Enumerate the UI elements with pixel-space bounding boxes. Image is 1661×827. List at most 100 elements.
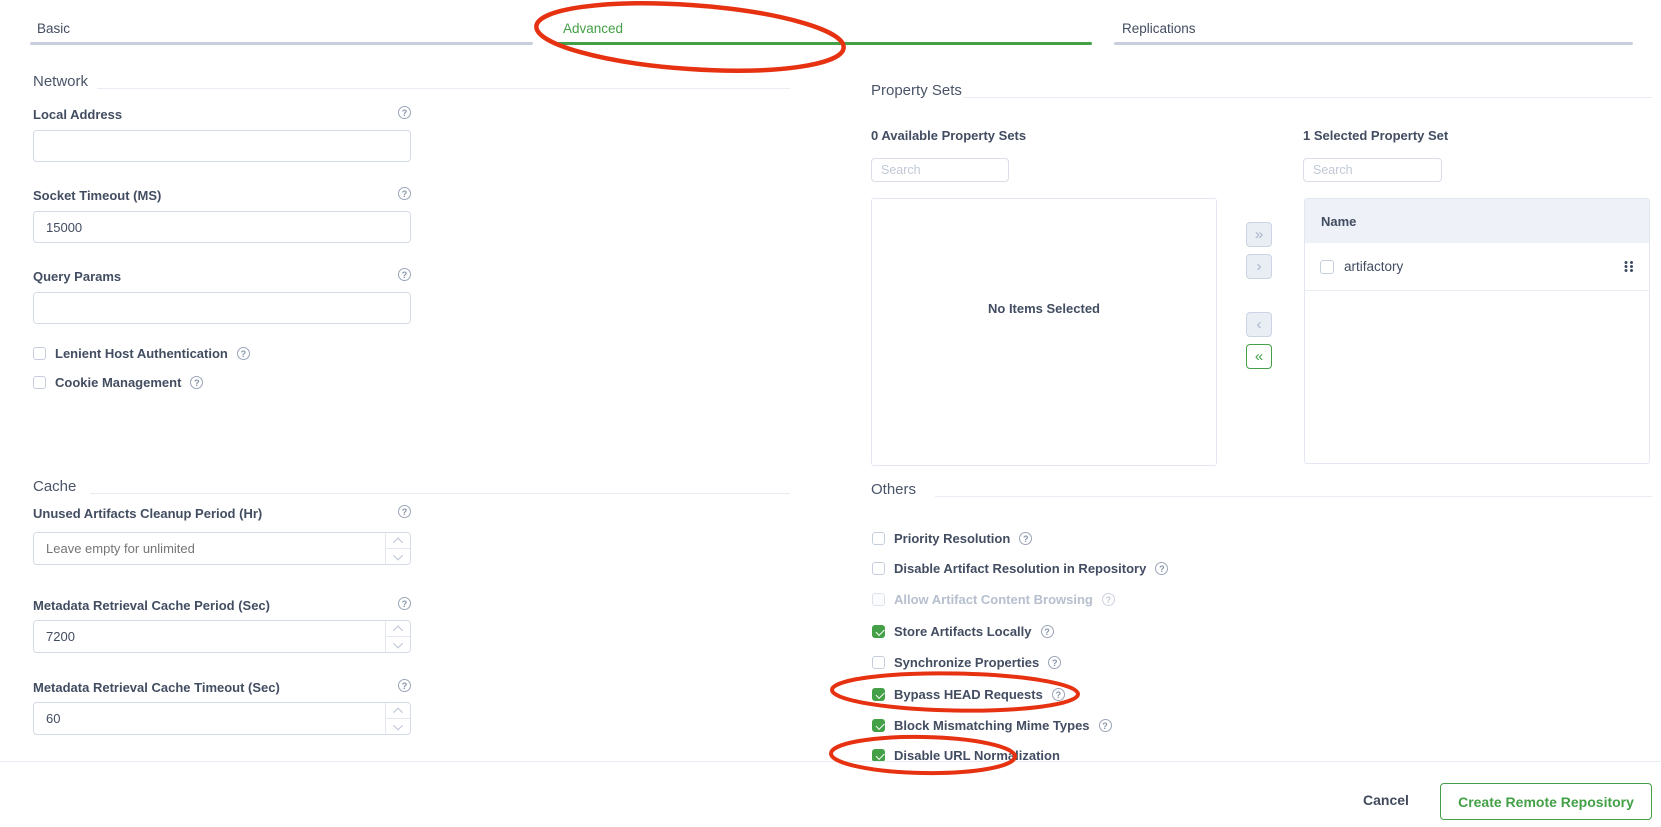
synchronize-properties-label: Synchronize Properties — [894, 655, 1039, 670]
property-set-name: artifactory — [1344, 259, 1612, 274]
lenient-host-auth-checkbox[interactable] — [33, 347, 46, 360]
cookie-management-label: Cookie Management — [55, 375, 181, 390]
query-params-input[interactable] — [33, 292, 411, 324]
block-mismatching-mime-help-icon[interactable]: ? — [1099, 719, 1112, 732]
cookie-management-checkbox[interactable] — [33, 376, 46, 389]
double-chevron-right-icon: » — [1255, 227, 1263, 242]
socket-timeout-input[interactable] — [33, 211, 411, 243]
spinner-down-icon[interactable] — [386, 636, 410, 652]
cookie-management-row: Cookie Management ? — [33, 375, 203, 390]
synchronize-properties-help-icon[interactable]: ? — [1048, 656, 1061, 669]
selected-property-sets-table: Name artifactory — [1304, 198, 1650, 464]
tab-replications[interactable]: Replications — [1114, 0, 1633, 46]
others-section-title: Others — [871, 481, 916, 498]
create-remote-repository-button-label: Create Remote Repository — [1458, 794, 1634, 810]
tab-advanced[interactable]: Advanced — [555, 0, 1092, 46]
priority-resolution-label: Priority Resolution — [894, 531, 1010, 546]
footer-divider — [0, 761, 1661, 762]
network-divider — [97, 88, 790, 89]
block-mismatching-mime-label: Block Mismatching Mime Types — [894, 718, 1090, 733]
disable-artifact-resolution-checkbox[interactable] — [872, 562, 885, 575]
priority-resolution-help-icon[interactable]: ? — [1019, 532, 1032, 545]
cache-divider — [90, 493, 790, 494]
local-address-input[interactable] — [33, 130, 411, 162]
bypass-head-requests-checkbox[interactable] — [872, 688, 885, 701]
tab-advanced-underline — [555, 42, 1092, 45]
cookie-management-help-icon[interactable]: ? — [190, 376, 203, 389]
tab-replications-label: Replications — [1122, 21, 1196, 36]
allow-content-browsing-label: Allow Artifact Content Browsing — [894, 592, 1093, 607]
create-remote-repository-button[interactable]: Create Remote Repository — [1440, 783, 1652, 820]
cleanup-period-input[interactable] — [34, 533, 384, 564]
selected-property-sets-title: 1 Selected Property Set — [1303, 128, 1448, 143]
move-left-button[interactable]: ‹ — [1246, 312, 1272, 337]
empty-list-text: No Items Selected — [872, 301, 1216, 316]
spinner-up-icon[interactable] — [386, 621, 410, 636]
spinner-up-icon[interactable] — [386, 533, 410, 548]
tab-replications-underline — [1114, 42, 1633, 45]
table-row[interactable]: artifactory — [1305, 243, 1649, 291]
cancel-button[interactable]: Cancel — [1363, 792, 1409, 808]
cleanup-period-label: Unused Artifacts Cleanup Period (Hr) — [33, 506, 262, 521]
synchronize-properties-row: Synchronize Properties ? — [872, 655, 1061, 670]
table-header-name: Name — [1305, 199, 1649, 243]
selected-search-input[interactable] — [1303, 158, 1442, 182]
tab-basic[interactable]: Basic — [30, 0, 533, 46]
disable-artifact-resolution-label: Disable Artifact Resolution in Repositor… — [894, 561, 1146, 576]
move-right-button[interactable]: › — [1246, 254, 1272, 279]
store-artifacts-locally-label: Store Artifacts Locally — [894, 624, 1032, 639]
lenient-host-auth-row: Lenient Host Authentication ? — [33, 346, 250, 361]
cleanup-period-help-icon[interactable]: ? — [398, 505, 411, 518]
allow-content-browsing-checkbox — [872, 593, 885, 606]
bypass-head-requests-label: Bypass HEAD Requests — [894, 687, 1043, 702]
query-params-label: Query Params — [33, 269, 121, 284]
metadata-timeout-help-icon[interactable]: ? — [398, 679, 411, 692]
metadata-timeout-spinner — [385, 703, 410, 734]
metadata-timeout-label: Metadata Retrieval Cache Timeout (Sec) — [33, 680, 280, 695]
spinner-down-icon[interactable] — [386, 718, 410, 734]
available-search-input[interactable] — [871, 158, 1009, 182]
tab-advanced-label: Advanced — [563, 21, 623, 36]
metadata-timeout-input[interactable] — [34, 703, 384, 734]
drag-handle-icon[interactable] — [1622, 260, 1635, 273]
cleanup-period-spinner — [385, 533, 410, 564]
tab-basic-underline — [30, 42, 533, 45]
available-property-sets-list: No Items Selected — [871, 198, 1217, 466]
move-all-left-button[interactable]: « — [1246, 344, 1272, 369]
property-sets-section-title: Property Sets — [871, 82, 962, 99]
cleanup-period-field — [33, 532, 411, 565]
allow-content-browsing-row: Allow Artifact Content Browsing ? — [872, 592, 1115, 607]
chevron-left-icon: ‹ — [1257, 317, 1262, 332]
row-checkbox[interactable] — [1320, 260, 1334, 274]
metadata-period-input[interactable] — [34, 621, 384, 652]
tab-basic-label: Basic — [37, 21, 70, 36]
store-artifacts-locally-checkbox[interactable] — [872, 625, 885, 638]
metadata-period-field — [33, 620, 411, 653]
metadata-period-label: Metadata Retrieval Cache Period (Sec) — [33, 598, 270, 613]
disable-artifact-resolution-help-icon[interactable]: ? — [1155, 562, 1168, 575]
socket-timeout-help-icon[interactable]: ? — [398, 187, 411, 200]
others-divider — [935, 496, 1652, 497]
move-all-right-button[interactable]: » — [1246, 222, 1272, 247]
store-artifacts-locally-row: Store Artifacts Locally ? — [872, 624, 1054, 639]
spinner-up-icon[interactable] — [386, 703, 410, 718]
metadata-period-help-icon[interactable]: ? — [398, 597, 411, 610]
query-params-help-icon[interactable]: ? — [398, 268, 411, 281]
bypass-head-requests-help-icon[interactable]: ? — [1052, 688, 1065, 701]
available-property-sets-title: 0 Available Property Sets — [871, 128, 1026, 143]
double-chevron-left-icon: « — [1255, 349, 1263, 364]
disable-artifact-resolution-row: Disable Artifact Resolution in Repositor… — [872, 561, 1168, 576]
lenient-host-auth-label: Lenient Host Authentication — [55, 346, 228, 361]
lenient-host-auth-help-icon[interactable]: ? — [237, 347, 250, 360]
metadata-period-spinner — [385, 621, 410, 652]
local-address-help-icon[interactable]: ? — [398, 106, 411, 119]
cache-section-title: Cache — [33, 478, 76, 495]
block-mismatching-mime-checkbox[interactable] — [872, 719, 885, 732]
local-address-label: Local Address — [33, 107, 122, 122]
property-sets-divider — [963, 97, 1652, 98]
synchronize-properties-checkbox[interactable] — [872, 656, 885, 669]
spinner-down-icon[interactable] — [386, 548, 410, 564]
priority-resolution-row: Priority Resolution ? — [872, 531, 1032, 546]
priority-resolution-checkbox[interactable] — [872, 532, 885, 545]
store-artifacts-locally-help-icon[interactable]: ? — [1041, 625, 1054, 638]
